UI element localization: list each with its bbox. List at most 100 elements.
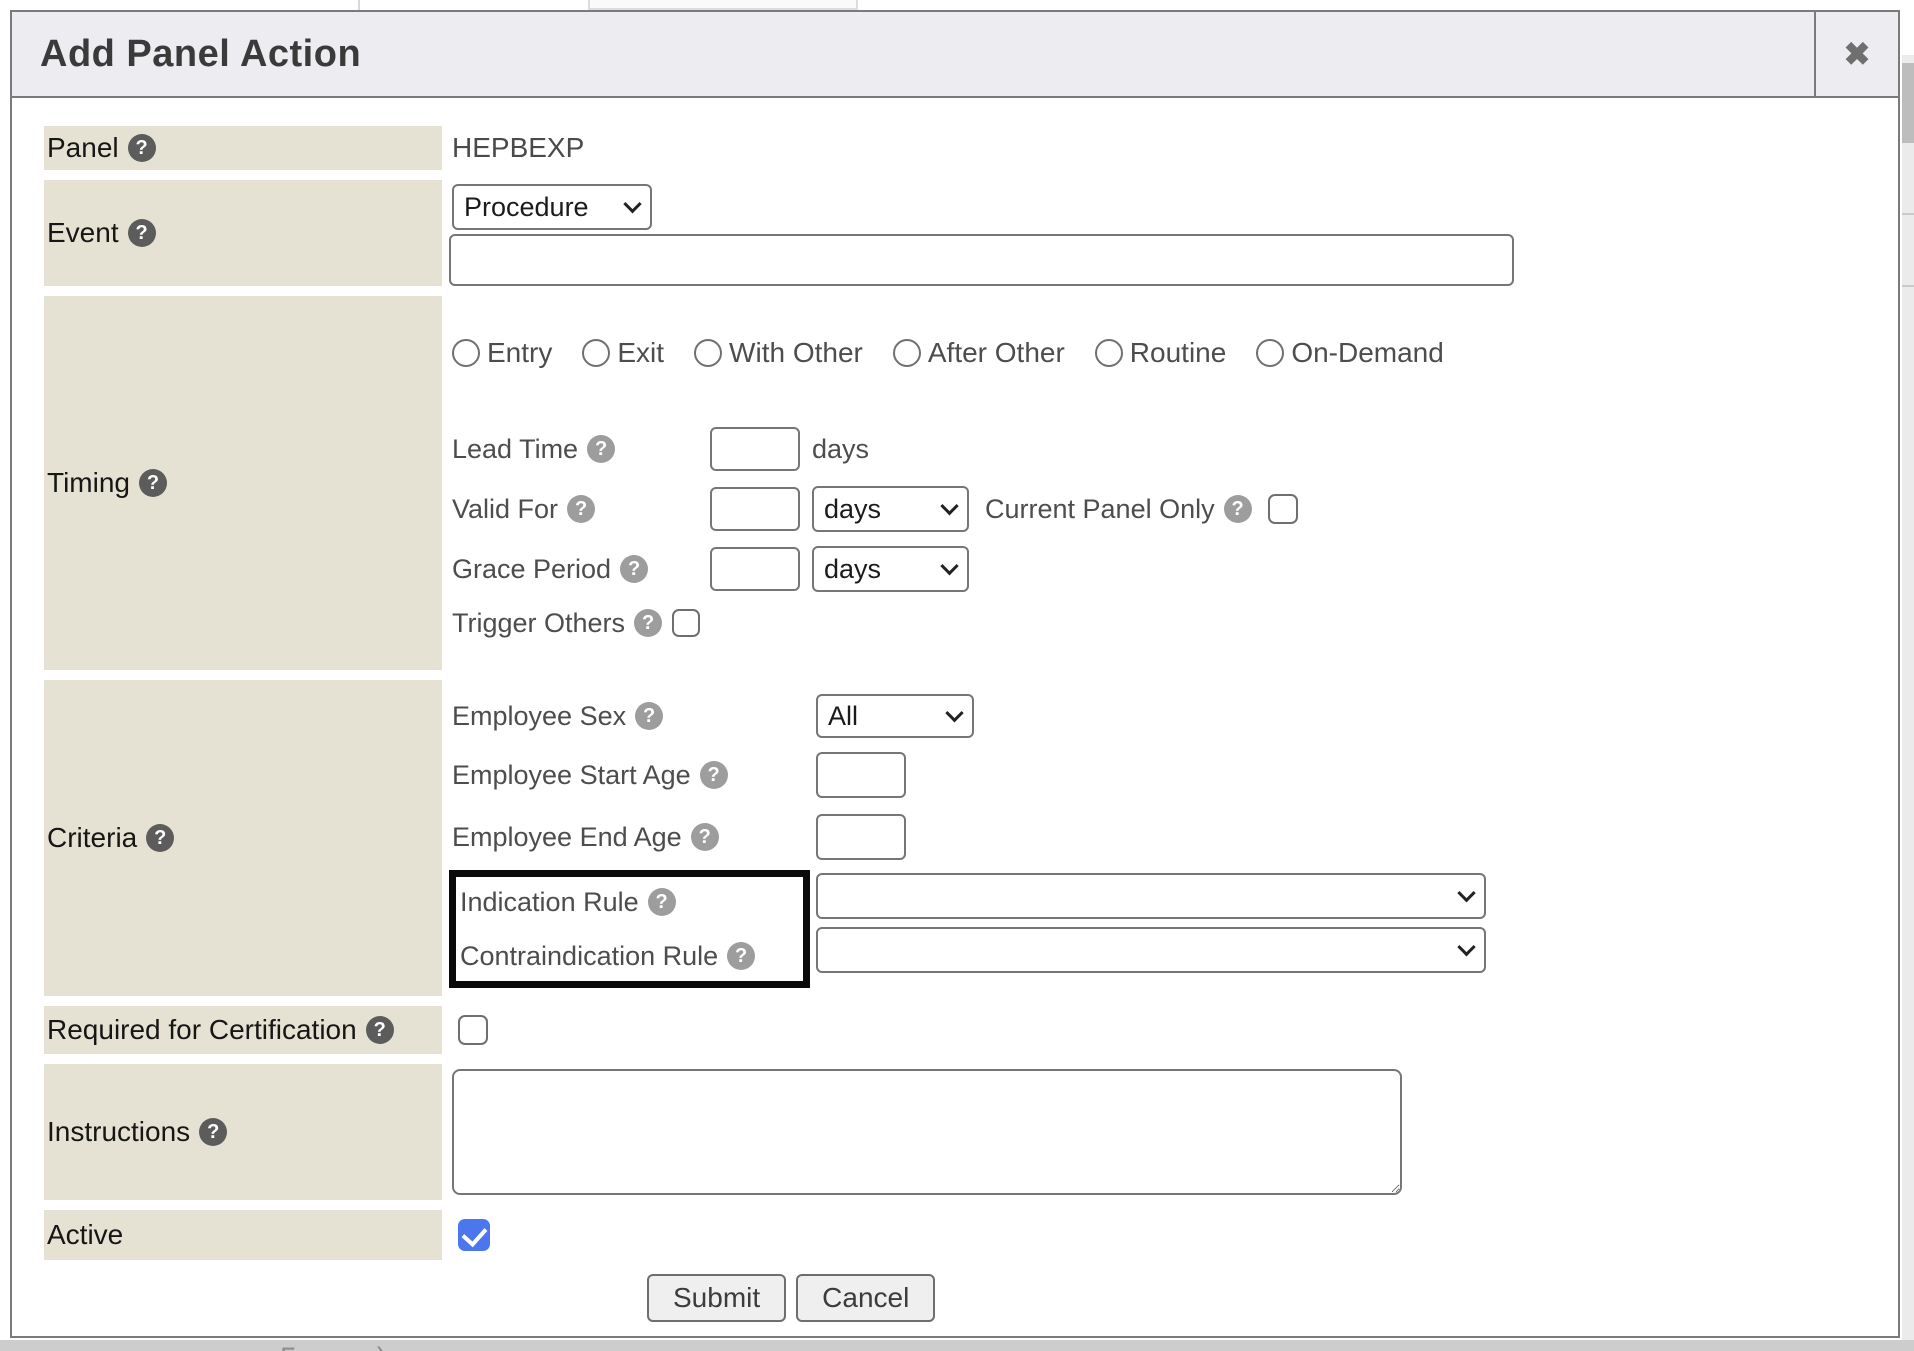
instructions-textarea[interactable] (452, 1069, 1402, 1195)
radio-button-icon[interactable] (1256, 339, 1284, 367)
employee-end-age-input[interactable] (816, 814, 906, 860)
radio-button-icon[interactable] (452, 339, 480, 367)
background-text-fragment: os (70, 1342, 102, 1351)
add-panel-action-dialog: Add Panel Action ✖ Panel ? HEPBEXP Event… (10, 10, 1900, 1338)
contraindication-rule-help-icon[interactable]: ? (727, 942, 755, 970)
active-label-cell: Active (44, 1210, 442, 1260)
radio-button-icon[interactable] (1095, 339, 1123, 367)
dialog-body: Panel ? HEPBEXP Event ? Procedure (12, 98, 1898, 1322)
employee-start-age-input[interactable] (816, 752, 906, 798)
radio-option-on-demand[interactable]: On-Demand (1256, 337, 1444, 369)
radio-option-after-other[interactable]: After Other (893, 337, 1065, 369)
lead-time-unit-label: days (812, 434, 869, 465)
background-table-cell (588, 0, 858, 10)
panel-value: HEPBEXP (452, 126, 1898, 170)
employee-end-age-help-icon[interactable]: ? (691, 823, 719, 851)
grace-period-help-icon[interactable]: ? (620, 555, 648, 583)
radio-option-with-other[interactable]: With Other (694, 337, 863, 369)
radio-option-exit[interactable]: Exit (582, 337, 664, 369)
dialog-header: Add Panel Action ✖ (12, 12, 1898, 98)
background-scrollbar (1902, 55, 1914, 1351)
trigger-others-label: Trigger Others (452, 608, 625, 639)
event-label-cell: Event ? (44, 180, 442, 286)
contraindication-rule-label: Contraindication Rule (460, 941, 718, 972)
event-type-select[interactable]: Procedure (452, 184, 652, 230)
grace-period-unit-select[interactable]: days (812, 546, 969, 592)
radio-label: With Other (729, 337, 863, 369)
required-for-certification-checkbox[interactable] (458, 1015, 488, 1045)
close-button[interactable]: ✖ (1814, 12, 1898, 96)
employee-start-age-help-icon[interactable]: ? (700, 761, 728, 789)
event-search-input[interactable] (449, 234, 1514, 286)
timing-label-cell: Timing ? (44, 296, 442, 670)
employee-sex-help-icon[interactable]: ? (635, 702, 663, 730)
criteria-label: Criteria (47, 822, 137, 854)
radio-label: Entry (487, 337, 552, 369)
dialog-title: Add Panel Action (12, 12, 1814, 96)
event-row: Event ? Procedure (44, 180, 1898, 286)
employee-sex-label: Employee Sex (452, 701, 626, 732)
criteria-help-icon[interactable]: ? (146, 824, 174, 852)
employee-start-age-label: Employee Start Age (452, 760, 691, 791)
lead-time-help-icon[interactable]: ? (587, 435, 615, 463)
radio-option-entry[interactable]: Entry (452, 337, 552, 369)
radio-button-icon[interactable] (893, 339, 921, 367)
background-table-line (358, 0, 360, 10)
lead-time-input[interactable] (710, 427, 800, 471)
event-help-icon[interactable]: ? (128, 219, 156, 247)
valid-for-input[interactable] (710, 487, 800, 531)
employee-sex-select[interactable]: All (816, 694, 974, 738)
valid-for-label: Valid For (452, 494, 558, 525)
panel-help-icon[interactable]: ? (128, 134, 156, 162)
employee-start-age-row: Employee Start Age ? (452, 752, 1898, 798)
active-label: Active (47, 1219, 123, 1251)
valid-for-unit-select[interactable]: days (812, 486, 969, 532)
scrollbar-divider (1902, 285, 1914, 287)
instructions-label-cell: Instructions ? (44, 1064, 442, 1200)
radio-button-icon[interactable] (694, 339, 722, 367)
required-for-certification-help-icon[interactable]: ? (366, 1016, 394, 1044)
current-panel-only-checkbox[interactable] (1268, 494, 1298, 524)
required-label-cell: Required for Certification ? (44, 1006, 442, 1054)
radio-button-icon[interactable] (582, 339, 610, 367)
rule-rows-block: Indication Rule ? Contraindication Rule … (452, 870, 1898, 988)
grace-period-row: Grace Period ? days (452, 546, 1898, 592)
contraindication-rule-select[interactable] (816, 927, 1486, 973)
valid-for-help-icon[interactable]: ? (567, 495, 595, 523)
scrollbar-divider (1902, 213, 1914, 215)
employee-end-age-row: Employee End Age ? (452, 814, 1898, 860)
timing-label: Timing (47, 467, 130, 499)
instructions-label: Instructions (47, 1116, 190, 1148)
lead-time-row: Lead Time ? days (452, 426, 1898, 472)
active-row: Active (44, 1210, 1898, 1260)
panel-label: Panel (47, 132, 119, 164)
radio-label: On-Demand (1291, 337, 1444, 369)
current-panel-only-label: Current Panel Only (985, 494, 1215, 525)
radio-label: Exit (617, 337, 664, 369)
required-for-certification-label: Required for Certification (47, 1014, 357, 1046)
panel-label-cell: Panel ? (44, 126, 442, 170)
trigger-others-checkbox[interactable] (672, 609, 700, 637)
criteria-row: Criteria ? Employee Sex ? All (44, 680, 1898, 996)
instructions-row: Instructions ? (44, 1064, 1898, 1200)
timing-help-icon[interactable]: ? (139, 469, 167, 497)
close-icon: ✖ (1844, 35, 1871, 73)
indication-rule-help-icon[interactable]: ? (648, 888, 676, 916)
current-panel-only-help-icon[interactable]: ? (1224, 495, 1252, 523)
timing-row: Timing ? Entry Exit With Other (44, 296, 1898, 670)
indication-rule-label: Indication Rule (460, 887, 639, 918)
radio-option-routine[interactable]: Routine (1095, 337, 1227, 369)
indication-rule-select[interactable] (816, 873, 1486, 919)
grace-period-input[interactable] (710, 547, 800, 591)
panel-row: Panel ? HEPBEXP (44, 126, 1898, 170)
employee-end-age-label: Employee End Age (452, 822, 682, 853)
submit-button[interactable]: Submit (647, 1274, 786, 1322)
criteria-label-cell: Criteria ? (44, 680, 442, 996)
active-checkbox[interactable] (458, 1219, 490, 1251)
instructions-help-icon[interactable]: ? (199, 1118, 227, 1146)
trigger-others-row: Trigger Others ? (452, 606, 1898, 640)
trigger-others-help-icon[interactable]: ? (634, 609, 662, 637)
background-text-fragment: 5 rows ) (280, 1342, 387, 1351)
cancel-button[interactable]: Cancel (796, 1274, 935, 1322)
valid-for-row: Valid For ? days Current Panel Only ? (452, 486, 1898, 532)
